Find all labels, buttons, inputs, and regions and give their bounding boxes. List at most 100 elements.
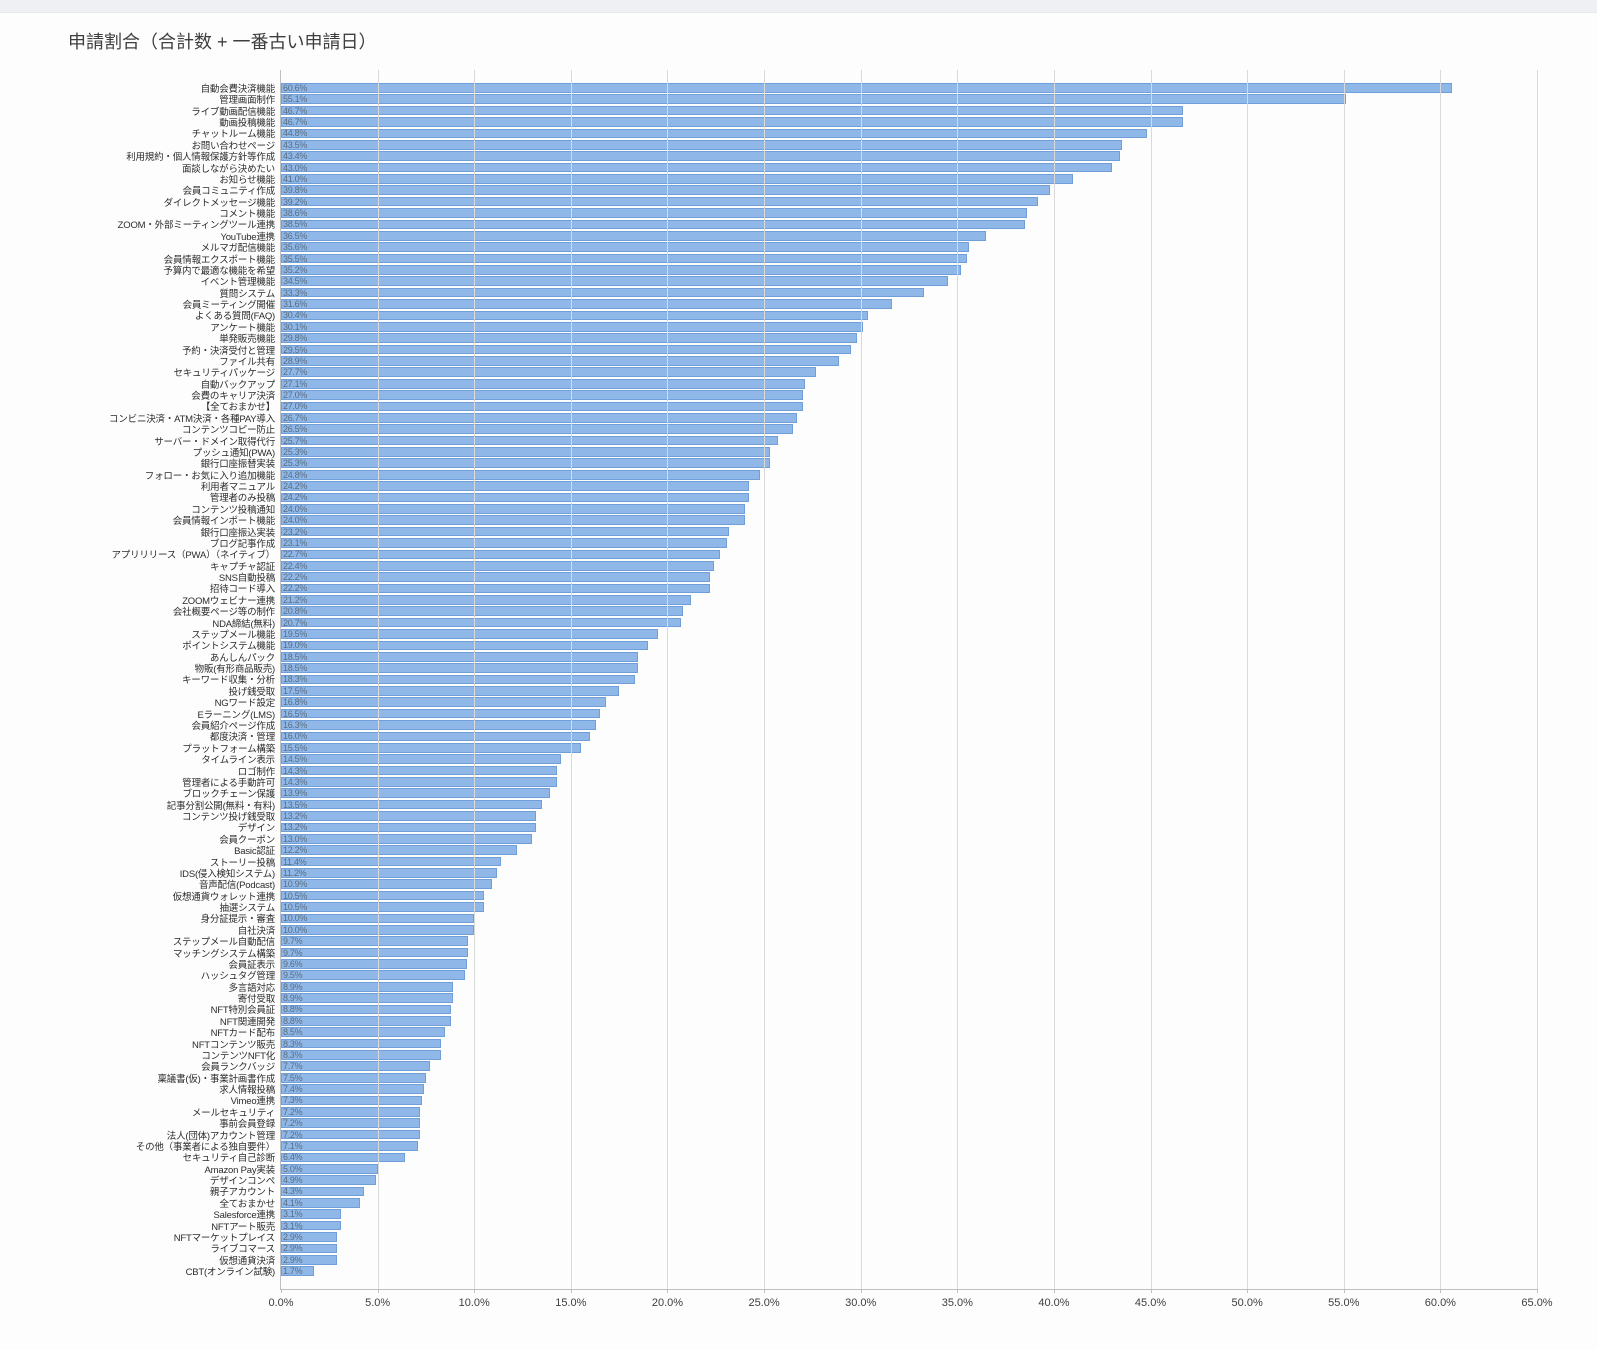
bar-value-label: 10.5% <box>283 891 307 901</box>
bar-row: 13.2%デザイン <box>281 823 1537 833</box>
bar <box>281 732 590 742</box>
bar-value-label: 7.1% <box>283 1141 302 1151</box>
x-axis-label: 45.0% <box>1135 1297 1166 1309</box>
bar-row: 10.0%自社決済 <box>281 925 1537 935</box>
bar <box>281 390 803 400</box>
chart-area: 60.6%自動会費決済機能55.1%管理画面制作46.7%ライブ動画配信機能46… <box>40 60 1557 1320</box>
bar-row: 14.3%管理者による手動許可 <box>281 777 1537 787</box>
bar-value-label: 13.0% <box>283 834 307 844</box>
bar-row: 30.1%アンケート機能 <box>281 322 1537 332</box>
axis-tick <box>1537 1289 1538 1293</box>
bar-row: 43.0%面談しながら決めたい <box>281 163 1537 173</box>
bar-value-label: 22.2% <box>283 572 307 582</box>
bar-value-label: 9.7% <box>283 936 302 946</box>
bar-row: 38.5%ZOOM・外部ミーティングツール連携 <box>281 220 1537 230</box>
bar <box>281 891 484 901</box>
bar-row: 22.4%キャプチャ認証 <box>281 561 1537 571</box>
bar-row: 17.5%投げ銭受取 <box>281 686 1537 696</box>
bar <box>281 1005 451 1015</box>
x-axis-label: 30.0% <box>845 1297 876 1309</box>
bar <box>281 231 986 241</box>
bar-value-label: 15.5% <box>283 743 307 753</box>
bar-row: 34.5%イベント管理機能 <box>281 276 1537 286</box>
bar <box>281 163 1112 173</box>
bar-row: 7.7%会員ランクバッジ <box>281 1061 1537 1071</box>
bar-value-label: 7.2% <box>283 1107 302 1117</box>
bar-row: 24.2%利用者マニュアル <box>281 481 1537 491</box>
bar-value-label: 18.5% <box>283 663 307 673</box>
gridline <box>378 70 379 1289</box>
bar-value-label: 38.6% <box>283 208 307 218</box>
bar-value-label: 8.8% <box>283 1016 302 1026</box>
bar-row: 4.9%デザインコンペ <box>281 1175 1537 1185</box>
bar <box>281 970 465 980</box>
bar-value-label: 3.1% <box>283 1221 302 1231</box>
bar-row: 46.7%動画投稿機能 <box>281 117 1537 127</box>
x-axis-label: 35.0% <box>942 1297 973 1309</box>
bar-value-label: 36.5% <box>283 231 307 241</box>
bar-row: 7.4%求人情報投稿 <box>281 1084 1537 1094</box>
bar <box>281 652 638 662</box>
bar <box>281 1016 451 1026</box>
bar-row: 22.2%招待コード導入 <box>281 584 1537 594</box>
axis-tick <box>474 1289 475 1293</box>
bar-row: 12.2%Basic認証 <box>281 845 1537 855</box>
bar-row: 16.5%Eラーニング(LMS) <box>281 709 1537 719</box>
bar-value-label: 10.9% <box>283 879 307 889</box>
x-axis-label: 60.0% <box>1425 1297 1456 1309</box>
bar <box>281 345 851 355</box>
bar-value-label: 20.8% <box>283 606 307 616</box>
bar-value-label: 9.5% <box>283 970 302 980</box>
bar-row: 8.3%コンテンツNFT化 <box>281 1050 1537 1060</box>
bar-row: 20.7%NDA締結(無料) <box>281 618 1537 628</box>
x-axis-label: 0.0% <box>268 1297 293 1309</box>
bar-row: 41.0%お知らせ機能 <box>281 174 1537 184</box>
bar-value-label: 8.9% <box>283 993 302 1003</box>
bar-row: 7.1%その他（事業者による独自要件） <box>281 1141 1537 1151</box>
bar-row: 27.7%セキュリティパッケージ <box>281 367 1537 377</box>
bar-row: 24.2%管理者のみ投稿 <box>281 493 1537 503</box>
bar-row: 26.5%コンテンツコピー防止 <box>281 424 1537 434</box>
bar <box>281 618 681 628</box>
bar <box>281 766 557 776</box>
axis-tick <box>281 1289 282 1293</box>
bar-row: 31.6%会員ミーティング開催 <box>281 299 1537 309</box>
axis-tick <box>1247 1289 1248 1293</box>
bar <box>281 1073 426 1083</box>
bar <box>281 857 501 867</box>
bar-row: 10.0%身分証提示・審査 <box>281 914 1537 924</box>
bar <box>281 788 550 798</box>
gridline <box>861 70 862 1289</box>
bar <box>281 493 749 503</box>
bar <box>281 675 635 685</box>
bar <box>281 151 1120 161</box>
bar <box>281 811 536 821</box>
window-toolbar <box>0 0 1597 13</box>
bar-value-label: 55.1% <box>283 94 307 104</box>
bar-value-label: 34.5% <box>283 276 307 286</box>
bar-row: 16.8%NGワード設定 <box>281 697 1537 707</box>
gridline <box>1151 70 1152 1289</box>
bar-row: 60.6%自動会費決済機能 <box>281 83 1537 93</box>
bar-value-label: 41.0% <box>283 174 307 184</box>
bar-value-label: 24.2% <box>283 481 307 491</box>
bar-value-label: 13.9% <box>283 788 307 798</box>
bar-row: 5.0%Amazon Pay実装 <box>281 1164 1537 1174</box>
category-label: CBT(オンライン試験) <box>35 1264 281 1278</box>
bar-row: 33.3%質問システム <box>281 288 1537 298</box>
bar-row: 11.4%ストーリー投稿 <box>281 857 1537 867</box>
bar <box>281 311 868 321</box>
bar-value-label: 10.0% <box>283 913 307 923</box>
bar-value-label: 19.5% <box>283 629 307 639</box>
bar-row: 19.5%ステップメール機能 <box>281 629 1537 639</box>
bar-row: 10.5%仮想通貨ウォレット連携 <box>281 891 1537 901</box>
bar-row: 30.4%よくある質問(FAQ) <box>281 311 1537 321</box>
bar-value-label: 43.4% <box>283 151 307 161</box>
x-axis-label: 50.0% <box>1232 1297 1263 1309</box>
bar-value-label: 60.6% <box>283 83 307 93</box>
bar-row: 4.1%全ておまかせ <box>281 1198 1537 1208</box>
bar-row: 28.9%ファイル共有 <box>281 356 1537 366</box>
bar-value-label: 38.5% <box>283 219 307 229</box>
bar <box>281 413 797 423</box>
bar-value-label: 29.5% <box>283 345 307 355</box>
